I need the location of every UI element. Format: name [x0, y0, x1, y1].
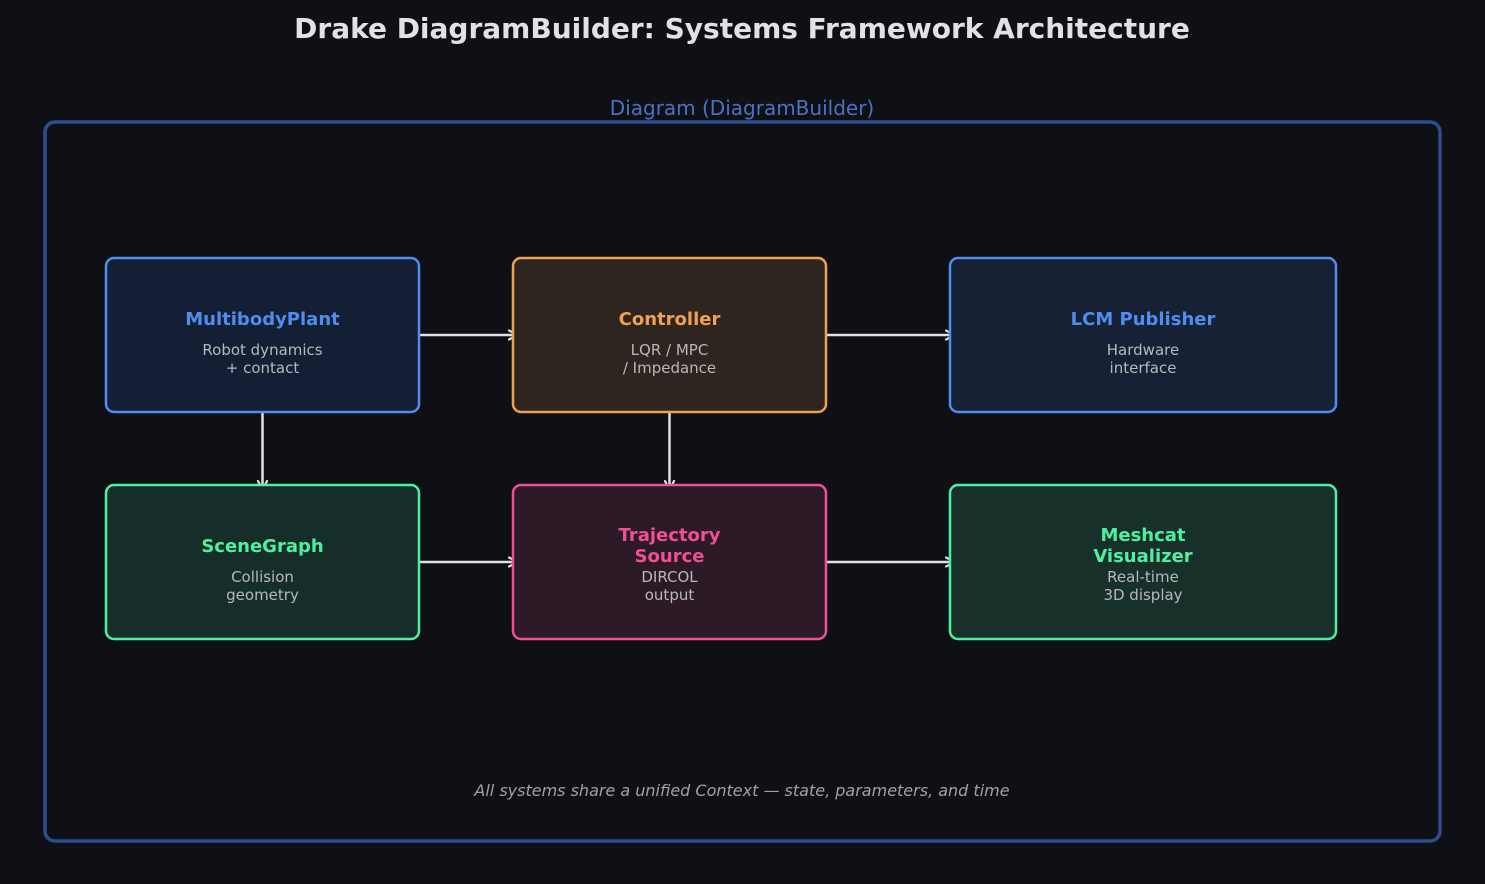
- node-subtitle-scenegraph: Collision: [231, 568, 294, 586]
- node-title-lcm-publisher: LCM Publisher: [1071, 309, 1216, 330]
- node-box-lcm-publisher: [948, 256, 1338, 414]
- node-subtitle-meshcat-visualizer: 3D display: [1103, 586, 1182, 604]
- architecture-diagram: Drake DiagramBuilder: Systems Framework …: [43, 12, 1442, 843]
- container-label: Diagram (DiagramBuilder): [610, 96, 874, 120]
- node-box-controller: [511, 256, 828, 414]
- node-subtitle-multibodyplant: Robot dynamics: [202, 341, 322, 359]
- node-scenegraph: SceneGraph Collisiongeometry: [104, 483, 421, 641]
- node-subtitle-trajectory-source: output: [645, 586, 695, 604]
- node-title-meshcat-visualizer: Meshcat: [1100, 525, 1185, 546]
- node-multibodyplant: MultibodyPlant Robot dynamics+ contact: [104, 256, 421, 414]
- node-title-trajectory-source: Source: [635, 546, 705, 567]
- node-subtitle-controller: LQR / MPC: [631, 341, 709, 359]
- node-title-multibodyplant: MultibodyPlant: [185, 309, 340, 330]
- context-footnote: All systems share a unified Context — st…: [473, 781, 1009, 800]
- node-trajectory-source: TrajectorySourceDIRCOLoutput: [511, 483, 828, 641]
- node-subtitle-controller: / Impedance: [623, 359, 716, 377]
- node-subtitle-lcm-publisher: interface: [1110, 359, 1177, 377]
- diagram-container: [43, 120, 1442, 843]
- node-subtitle-scenegraph: geometry: [226, 586, 299, 604]
- node-title-scenegraph: SceneGraph: [201, 536, 323, 557]
- node-title-controller: Controller: [619, 309, 721, 330]
- node-lcm-publisher: LCM Publisher Hardwareinterface: [948, 256, 1338, 414]
- node-title-trajectory-source: Trajectory: [619, 525, 721, 546]
- node-subtitle-meshcat-visualizer: Real-time: [1107, 568, 1179, 586]
- nodes-layer: MultibodyPlant Robot dynamics+ contact Con…: [104, 256, 1338, 641]
- node-controller: Controller LQR / MPC/ Impedance: [511, 256, 828, 414]
- node-title-meshcat-visualizer: Visualizer: [1093, 546, 1192, 567]
- node-subtitle-lcm-publisher: Hardware: [1107, 341, 1179, 359]
- node-subtitle-multibodyplant: + contact: [226, 359, 300, 377]
- node-box-scenegraph: [104, 483, 421, 641]
- node-subtitle-trajectory-source: DIRCOL: [641, 568, 698, 586]
- node-box-multibodyplant: [104, 256, 421, 414]
- diagram-title: Drake DiagramBuilder: Systems Framework …: [294, 12, 1190, 45]
- node-meshcat-visualizer: MeshcatVisualizerReal-time3D display: [948, 483, 1338, 641]
